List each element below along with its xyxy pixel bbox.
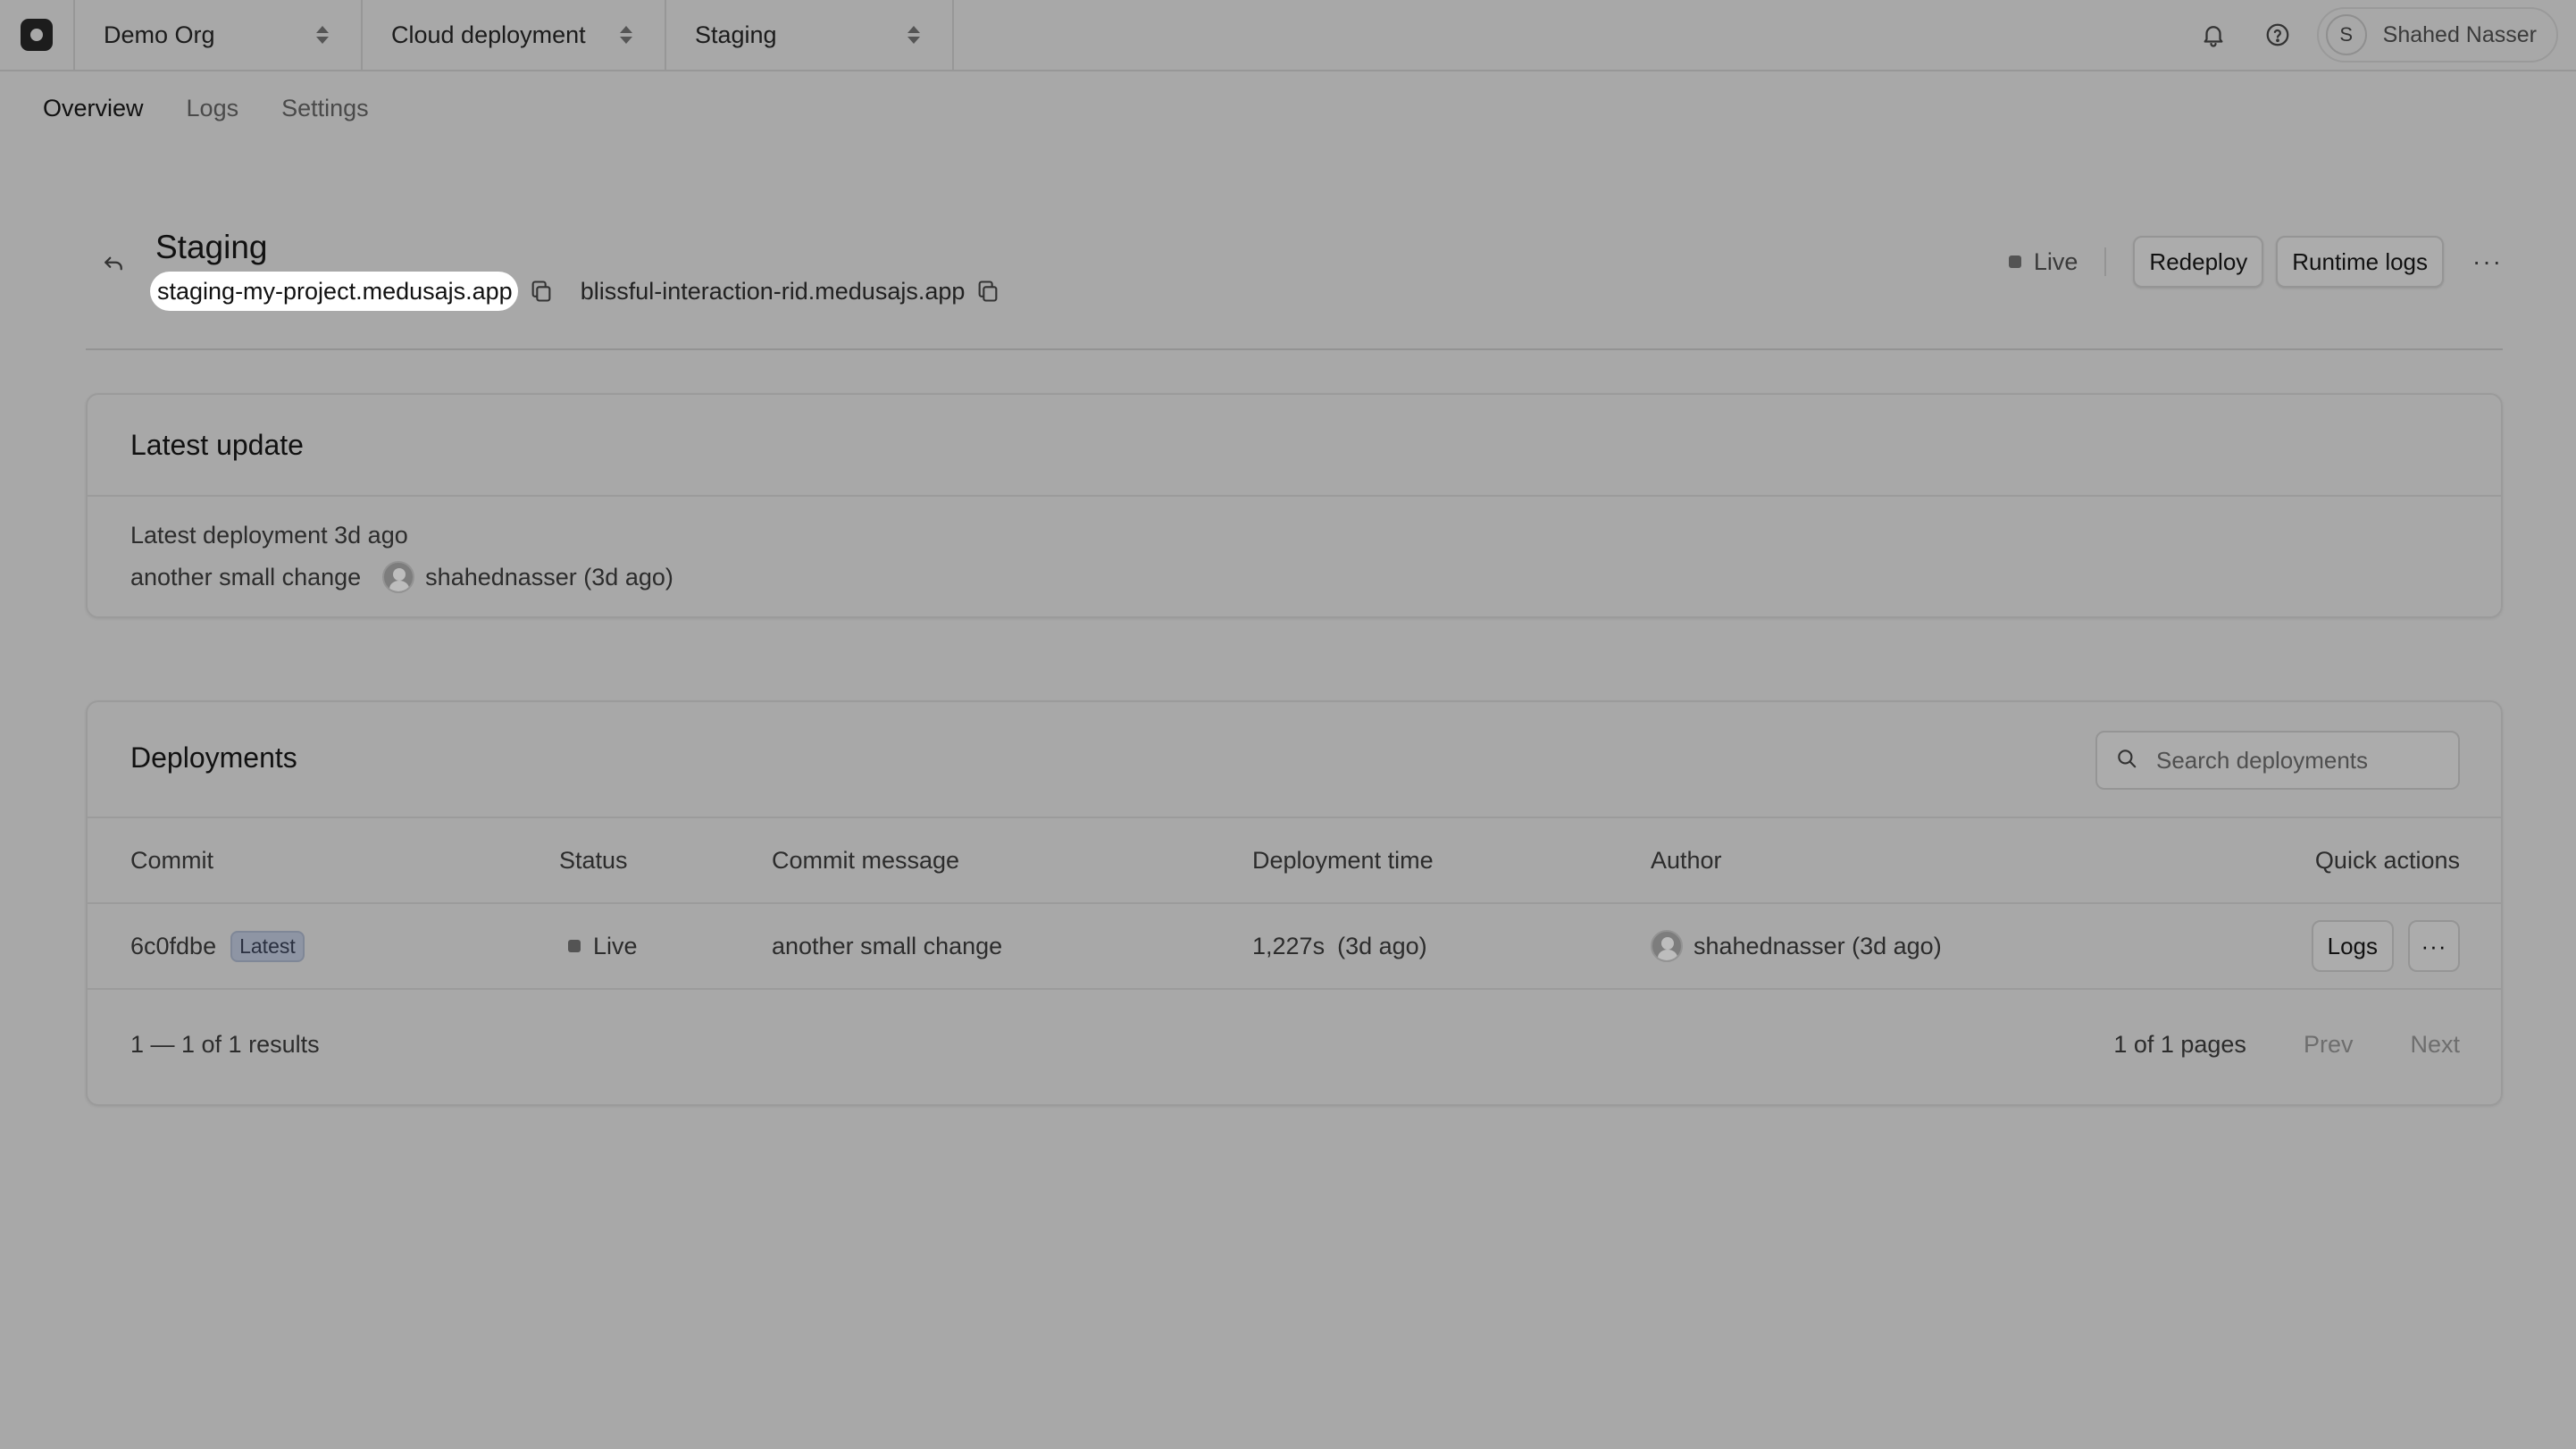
deployments-card: Deployments Commit Status Commit message… [86,700,2503,1106]
search-icon [2115,747,2138,775]
redeploy-button[interactable]: Redeploy [2133,236,2264,288]
commit-cell: 6c0fdbe Latest [130,904,305,988]
author-avatar [382,561,415,593]
search-box[interactable] [2095,731,2460,790]
status-cell: Live [559,904,638,988]
org-name: Demo Org [104,21,215,48]
deployment-duration: 1,227s [1252,932,1326,959]
status-dot-icon [2008,255,2021,268]
tab-logs[interactable]: Logs [187,95,239,122]
back-arrow-icon[interactable] [100,250,127,281]
card-title: Latest update [88,395,2501,497]
primary-url-link[interactable]: staging-my-project.medusajs.app [150,272,518,311]
deployment-time-cell: 1,227s (3d ago) [1252,904,1427,988]
org-switcher[interactable]: Demo Org [75,0,363,70]
page: Demo Org Cloud deployment Staging S Shah… [0,0,2576,1449]
secondary-url-link[interactable]: blissful-interaction-rid.medusajs.app [581,278,966,306]
user-name: Shahed Nasser [2382,21,2537,47]
environment-name: Staging [695,21,777,48]
next-button[interactable]: Next [2410,1031,2460,1059]
chevron-up-down-icon [907,26,920,44]
column-author: Author [1651,846,1722,874]
latest-update-card: Latest update Latest deployment 3d ago a… [86,393,2503,618]
author-name: shahednasser (3d ago) [425,563,673,590]
page-count: 1 of 1 pages [2113,1031,2246,1058]
commit-message: another small change [130,563,362,590]
deployments-header: Deployments [88,702,2501,818]
help-icon[interactable] [2246,0,2310,71]
table-header: Commit Status Commit message Deployment … [88,818,2501,904]
copy-icon[interactable] [975,279,1000,304]
commit-hash[interactable]: 6c0fdbe [130,933,216,960]
copy-icon[interactable] [529,279,554,304]
table-row[interactable]: 6c0fdbe Latest Live another small change… [88,904,2501,990]
environment-header: Staging staging-my-project.medusajs.app … [86,223,2503,350]
logo-cell[interactable] [0,0,75,70]
search-input[interactable] [2154,745,2444,775]
status-label: Live [593,932,638,959]
status-label: Live [2033,247,2078,275]
latest-commit-info: another small change shahednasser (3d ag… [130,561,673,593]
top-bar: Demo Org Cloud deployment Staging S Shah… [0,0,2576,71]
top-right-actions: S Shahed Nasser [2181,0,2576,70]
column-commit-message: Commit message [772,846,960,874]
author-name: shahednasser (3d ago) [1694,932,1942,959]
logs-button[interactable]: Logs [2311,920,2394,972]
latest-badge: Latest [230,930,305,962]
divider [2104,247,2107,276]
tab-settings[interactable]: Settings [281,95,369,122]
runtime-logs-button[interactable]: Runtime logs [2276,236,2445,288]
environment-switcher[interactable]: Staging [666,0,954,70]
column-deployment-time: Deployment time [1252,846,1434,874]
author-cell: shahednasser (3d ago) [1651,904,1942,988]
status-badge: Live [2008,247,2078,276]
project-switcher[interactable]: Cloud deployment [363,0,666,70]
more-actions-icon[interactable]: ··· [2408,920,2460,972]
card-title: Deployments [130,741,297,774]
bell-icon[interactable] [2181,0,2246,71]
medusa-logo-icon[interactable] [21,19,53,51]
prev-button[interactable]: Prev [2304,1031,2354,1059]
table-footer: 1 — 1 of 1 results 1 of 1 pages Prev Nex… [88,990,2501,1104]
author-avatar [1651,930,1683,962]
latest-deployment-text: Latest deployment 3d ago [130,522,408,549]
quick-actions-cell: Logs ··· [2311,904,2460,988]
project-name: Cloud deployment [391,21,586,48]
status-dot-icon [568,940,581,952]
user-menu[interactable]: S Shahed Nasser [2316,7,2558,63]
column-quick-actions: Quick actions [2314,846,2460,874]
commit-message-cell: another small change [772,932,1003,959]
environment-urls: staging-my-project.medusajs.app blissful… [150,272,1000,311]
header-actions: Live Redeploy Runtime logs ··· [2008,236,2503,288]
tab-overview[interactable]: Overview [43,95,144,122]
page-title: Staging [155,229,268,265]
column-commit: Commit [130,846,213,874]
pagination: 1 of 1 pages Prev Next [2113,1031,2460,1059]
chevron-up-down-icon [316,26,329,44]
column-status: Status [559,846,628,874]
more-actions-icon[interactable]: ··· [2472,247,2503,276]
results-count: 1 — 1 of 1 results [130,1031,320,1058]
deployment-ago: (3d ago) [1337,932,1427,959]
chevron-up-down-icon [620,26,632,44]
avatar: S [2325,14,2367,55]
nav-tabs: Overview Logs Settings [43,95,369,122]
